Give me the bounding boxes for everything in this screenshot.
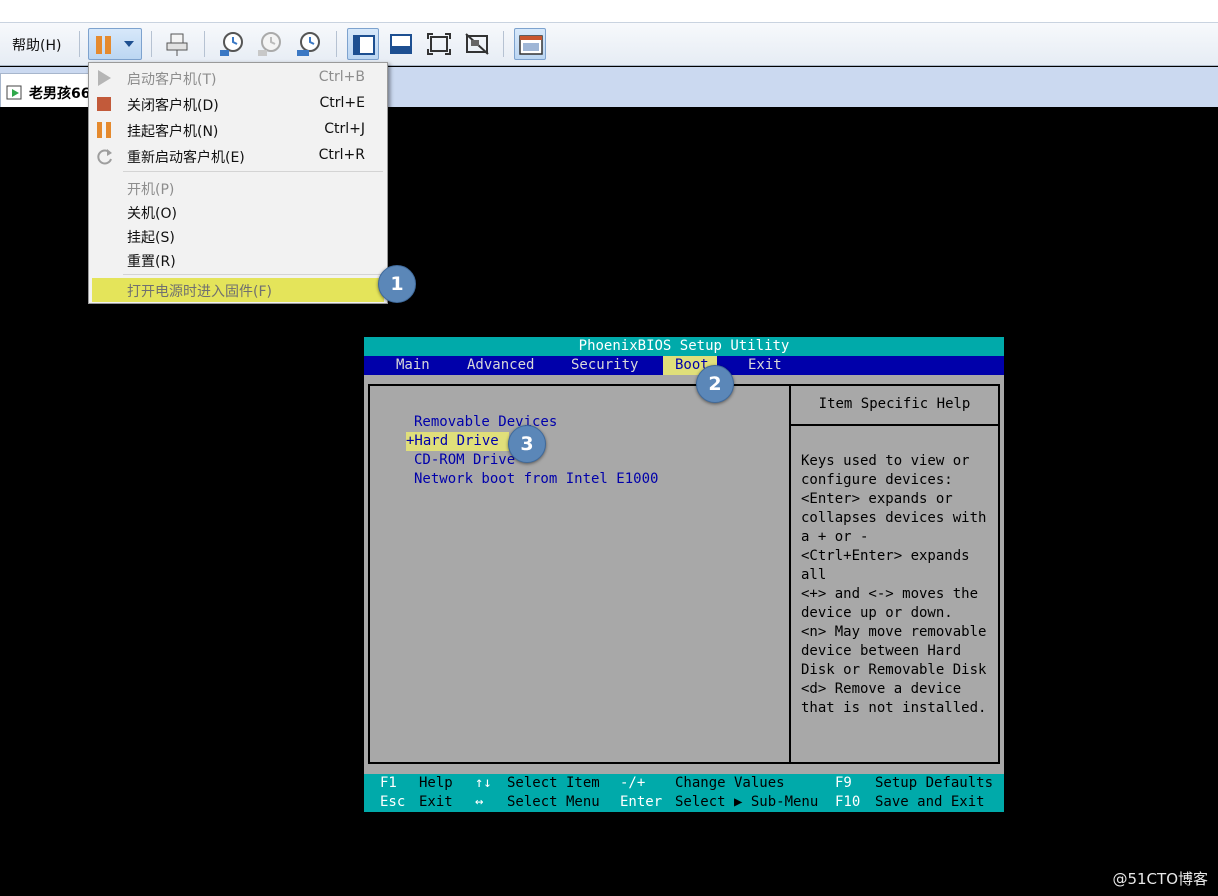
bios-title: PhoenixBIOS Setup Utility: [364, 337, 1004, 356]
clock-icon: [258, 32, 281, 56]
unity-button[interactable]: [461, 28, 493, 60]
legend-key: Esc: [380, 794, 406, 810]
bios-tab-security[interactable]: Security: [571, 356, 638, 375]
legend-key: ↔: [475, 794, 484, 810]
clock-icon: [220, 32, 243, 56]
legend-desc: Select Item: [507, 775, 600, 791]
thumbnail-bar-button[interactable]: [385, 28, 417, 60]
snapshot-button[interactable]: [216, 28, 248, 60]
toolbar-separator: [151, 31, 152, 57]
legend-key: ↑↓: [475, 775, 492, 791]
menu-item-shutdown-guest[interactable]: 关闭客户机(D) Ctrl+E: [89, 92, 387, 116]
callout-badge-2: 2: [696, 365, 734, 403]
full-screen-button[interactable]: [423, 28, 455, 60]
toolbar-separator: [79, 31, 80, 57]
menu-item-suspend-guest[interactable]: 挂起客户机(N) Ctrl+J: [89, 118, 387, 142]
bios-tab-advanced[interactable]: Advanced: [467, 356, 534, 375]
legend-desc: Change Values: [675, 775, 785, 791]
menu-item-reset[interactable]: 重置(R): [89, 248, 387, 272]
legend-desc: Select ▶ Sub-Menu: [675, 794, 819, 810]
chevron-down-icon: [124, 41, 134, 47]
clock-icon: [297, 32, 320, 56]
snapshot-manager-button[interactable]: [293, 28, 325, 60]
menu-item-start-guest[interactable]: 启动客户机(T) Ctrl+B: [89, 66, 387, 90]
menu-item-power-on[interactable]: 开机(P): [89, 176, 387, 200]
console-view-button[interactable]: [514, 28, 546, 60]
watermark: @51CTO博客: [1112, 870, 1208, 888]
callout-badge-3: 3: [508, 425, 546, 463]
vmware-toolbar: 帮助(H): [0, 22, 1218, 66]
pause-icon: [97, 122, 111, 138]
legend-desc: Help: [419, 775, 453, 791]
item-help-text: Keys used to view or configure devices: …: [801, 453, 987, 716]
vm-running-icon: [6, 85, 22, 100]
boot-item-cdrom[interactable]: CD-ROM Drive: [414, 451, 515, 470]
legend-desc: Save and Exit: [875, 794, 985, 810]
toolbar-separator: [204, 31, 205, 57]
help-menu[interactable]: 帮助(H): [12, 35, 61, 55]
legend-key: F10: [835, 794, 861, 810]
network-icon: [166, 33, 188, 56]
item-help-title: Item Specific Help: [791, 386, 998, 426]
legend-desc: Select Menu: [507, 794, 600, 810]
unity-icon: [465, 33, 489, 55]
menu-separator: [123, 171, 383, 172]
vm-tab[interactable]: 老男孩66: [0, 73, 92, 107]
boot-item-hard-drive[interactable]: +Hard Drive: [406, 432, 509, 451]
legend-key: Enter: [620, 794, 663, 810]
bios-tab-exit[interactable]: Exit: [748, 356, 782, 375]
thumbnail-bar-icon: [390, 34, 412, 54]
menu-item-restart-guest[interactable]: 重新启动客户机(E) Ctrl+R: [89, 144, 387, 168]
menu-item-suspend[interactable]: 挂起(S): [89, 224, 387, 248]
restart-icon: [97, 149, 112, 165]
stop-icon: [97, 97, 111, 111]
item-help-panel: Item Specific Help Keys used to view or …: [791, 384, 1000, 764]
legend-desc: Setup Defaults: [875, 775, 994, 791]
legend-desc: Exit: [419, 794, 453, 810]
send-ctrl-alt-del-button[interactable]: [161, 28, 193, 60]
toolbar-separator: [336, 31, 337, 57]
menu-separator: [123, 274, 383, 275]
fullscreen-icon: [427, 33, 451, 55]
legend-key: F1: [380, 775, 397, 791]
window-top-strip: [0, 0, 1218, 22]
power-dropdown-button[interactable]: [88, 28, 142, 60]
bios-tab-main[interactable]: Main: [396, 356, 430, 375]
show-library-button[interactable]: [347, 28, 379, 60]
vm-tab-label: 老男孩66: [29, 86, 91, 102]
toolbar-separator: [503, 31, 504, 57]
boot-item-network[interactable]: Network boot from Intel E1000: [414, 470, 658, 489]
bios-menu-bar: Main Advanced Security Boot Exit: [364, 356, 1004, 375]
menu-item-power-on-to-firmware[interactable]: 打开电源时进入固件(F): [92, 278, 384, 302]
power-dropdown-menu: 启动客户机(T) Ctrl+B 关闭客户机(D) Ctrl+E 挂起客户机(N)…: [88, 62, 388, 304]
menu-item-power-off[interactable]: 关机(O): [89, 200, 387, 224]
sidebar-icon: [353, 35, 375, 55]
callout-badge-1: 1: [378, 265, 416, 303]
bios-setup-screen: PhoenixBIOS Setup Utility Main Advanced …: [364, 337, 1004, 812]
bios-key-legend: F1 Help ↑↓ Select Item -/+ Change Values…: [364, 774, 1004, 812]
legend-key: -/+: [620, 775, 646, 791]
console-icon: [519, 35, 543, 55]
legend-key: F9: [835, 775, 852, 791]
revert-snapshot-button[interactable]: [254, 28, 286, 60]
play-icon: [98, 70, 111, 86]
